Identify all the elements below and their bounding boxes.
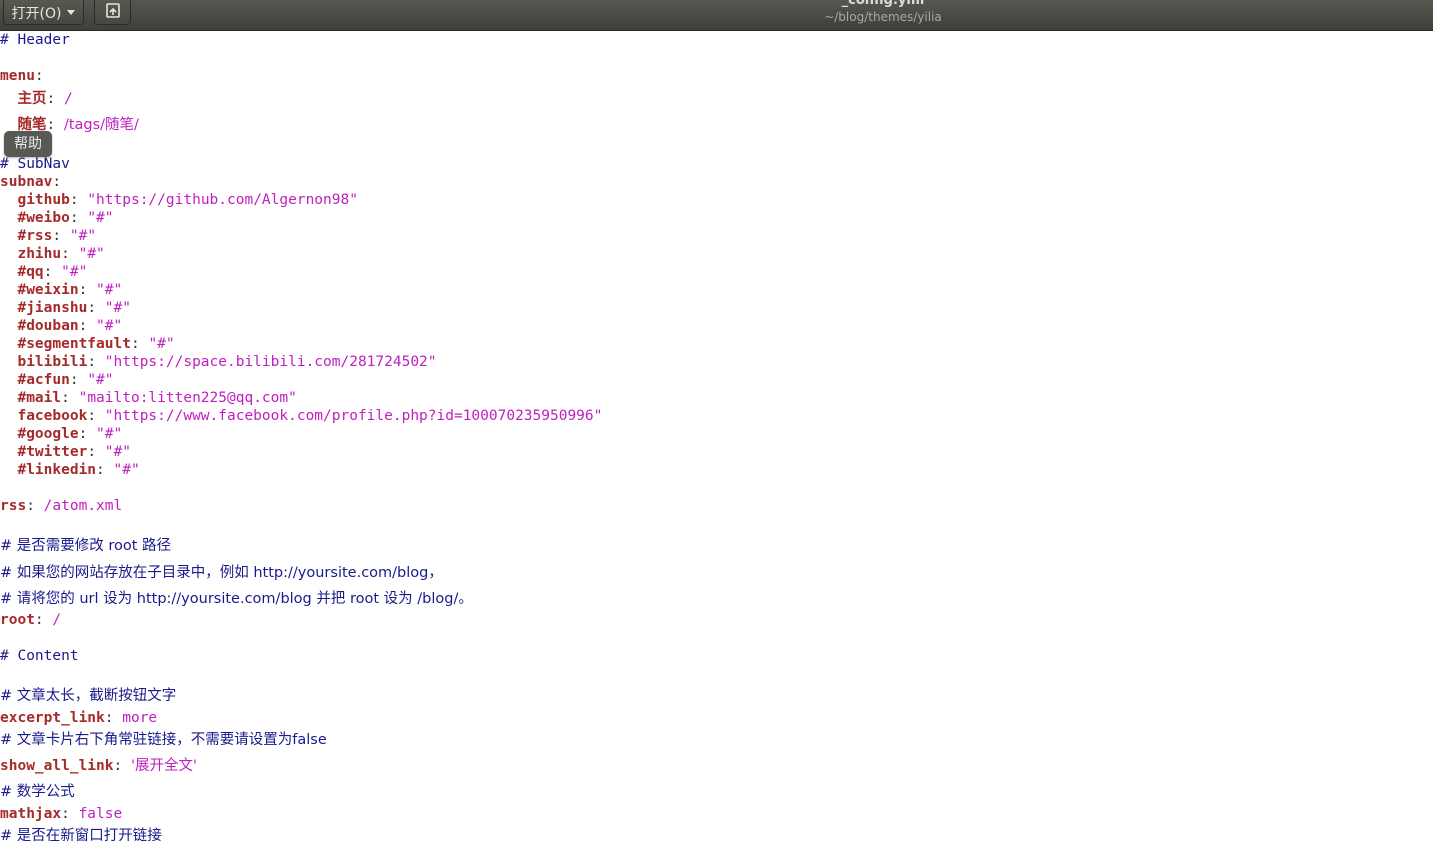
editor-line: # 文章太长，截断按钮文字	[0, 688, 177, 704]
editor-line: zhihu: "#"	[17, 246, 105, 262]
editor-line: # Content	[0, 648, 79, 664]
editor-line: github: "https://github.com/Algernon98"	[17, 192, 358, 208]
editor-line: #weibo: "#"	[17, 210, 114, 226]
editor-line: # 如果您的网站存放在子目录中，例如 http://yoursite.com/b…	[0, 565, 443, 581]
open-button[interactable]: 打开(O)	[3, 0, 84, 25]
help-tooltip: 帮助	[4, 131, 52, 157]
save-document-icon	[105, 2, 121, 23]
editor-line: #qq: "#"	[17, 264, 88, 280]
save-document-button[interactable]	[94, 0, 131, 25]
editor-line: menu:	[0, 68, 44, 84]
editor-line: mathjax: false	[0, 806, 123, 822]
editor-line: 主页: /	[17, 91, 73, 107]
editor-line: bilibili: "https://space.bilibili.com/28…	[17, 354, 437, 370]
editor-line: # Header	[0, 32, 70, 48]
editor-line: #google: "#"	[17, 426, 123, 442]
editor-line: # 是否在新窗口打开链接	[0, 828, 162, 844]
editor-line: # SubNav	[0, 156, 70, 172]
open-button-label: 打开(O)	[11, 5, 62, 22]
editor-line: #linkedin: "#"	[17, 462, 140, 478]
editor-line: #douban: "#"	[17, 318, 123, 334]
editor-line: #mail: "mailto:litten225@qq.com"	[17, 390, 297, 406]
window-path: ~/blog/themes/yilia	[824, 10, 942, 24]
editor-line: #rss: "#"	[17, 228, 97, 244]
window-title-area: _config.yml ~/blog/themes/yilia	[783, 0, 983, 24]
text-editor[interactable]: # Header menu: 主页: / 随笔: /tags/随笔/ # Sub…	[0, 30, 1433, 853]
editor-line: facebook: "https://www.facebook.com/prof…	[17, 408, 603, 424]
editor-line: #twitter: "#"	[17, 444, 131, 460]
editor-line: subnav:	[0, 174, 62, 190]
editor-line: # 文章卡片右下角常驻链接，不需要请设置为false	[0, 732, 327, 748]
editor-line: # 是否需要修改 root 路径	[0, 538, 172, 554]
editor-line: excerpt_link: more	[0, 710, 158, 726]
chevron-down-icon	[67, 10, 76, 15]
editor-line: root: /	[0, 612, 62, 628]
editor-line: show_all_link: '展开全文'	[0, 758, 197, 774]
editor-line: rss: /atom.xml	[0, 498, 123, 514]
editor-line: #weixin: "#"	[17, 282, 123, 298]
window-title: _config.yml	[841, 0, 925, 8]
editor-line: # 请将您的 url 设为 http://yoursite.com/blog 并…	[0, 591, 473, 607]
editor-line: # 数学公式	[0, 784, 75, 800]
editor-line: #segmentfault: "#"	[17, 336, 175, 352]
title-bar: 打开(O) _config.yml ~/blog/themes/yilia	[0, 0, 1433, 31]
editor-line: #jianshu: "#"	[17, 300, 131, 316]
editor-line: #acfun: "#"	[17, 372, 114, 388]
